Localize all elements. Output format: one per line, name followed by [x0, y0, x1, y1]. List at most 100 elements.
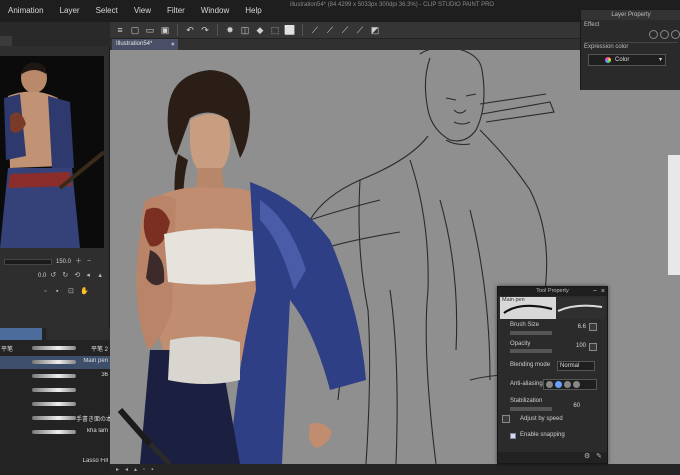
brush-right-label: 36	[101, 372, 108, 378]
anti-aliasing-selector[interactable]	[543, 379, 597, 390]
zoom-out-icon[interactable]: −	[87, 258, 95, 266]
transform-icon[interactable]: ◫	[239, 24, 251, 36]
open-folder-icon[interactable]: ▭	[144, 24, 156, 36]
menu-animation[interactable]: Animation	[0, 0, 52, 22]
angle-row: 0.0 ↺ ↻ ⟲ ◂ ▴	[0, 270, 110, 282]
fit-window-icon[interactable]: ⊡	[68, 288, 76, 296]
undo-icon[interactable]: ↶	[184, 24, 196, 36]
color-panel-edge[interactable]	[668, 155, 680, 275]
deselect-icon[interactable]: ⬜	[284, 24, 296, 36]
aa-none-icon[interactable]	[546, 381, 553, 388]
blending-mode-select[interactable]: Normal	[557, 361, 595, 371]
stabilization-label: Stabilization	[510, 398, 543, 404]
status-hand-icon[interactable]: ▪	[151, 467, 153, 473]
brush-row[interactable]: 手書き面の本線	[0, 412, 110, 425]
menu-filter[interactable]: Filter	[159, 0, 193, 22]
new-file-icon[interactable]: ▢	[129, 24, 141, 36]
fill-icon[interactable]: ◆	[254, 24, 266, 36]
brush-row[interactable]: 平笔 平笔 2	[0, 342, 110, 355]
effect-extract-icon[interactable]	[660, 30, 669, 39]
save-icon[interactable]: ▣	[159, 24, 171, 36]
wrench-icon[interactable]: ⚙	[584, 453, 592, 461]
brush-row[interactable]: kha lam	[0, 426, 110, 439]
divider	[177, 24, 178, 36]
snap-ruler-icon[interactable]: ⟋	[309, 24, 321, 36]
fit-icon[interactable]: ▫	[44, 288, 52, 296]
reset-rotate-icon[interactable]: ⟲	[74, 272, 82, 280]
ruler-icon[interactable]: ◩	[369, 24, 381, 36]
select-all-icon[interactable]: ⬚	[269, 24, 281, 36]
document-tab-label: Illustration54*	[116, 41, 153, 47]
menu-icon[interactable]: ≡	[114, 24, 126, 36]
menu-help[interactable]: Help	[237, 0, 269, 22]
layer-property-panel: Layer Property Effect Expression color C…	[580, 10, 680, 90]
brush-right-label: Lasso Fill	[82, 458, 108, 464]
effect-tone-icon[interactable]	[671, 30, 680, 39]
divider	[584, 42, 678, 43]
brush-row[interactable]: 36	[0, 370, 110, 383]
navigator-preview[interactable]	[0, 56, 104, 248]
anti-aliasing-label: Anti-aliasing	[510, 381, 543, 387]
layer-property-title: Layer Property	[581, 10, 680, 20]
adjust-by-speed-label: Adjust by speed	[520, 416, 563, 422]
minimize-icon[interactable]: −	[593, 287, 597, 296]
zoom-slider[interactable]	[4, 259, 52, 265]
expand-icon[interactable]	[502, 415, 510, 423]
expression-color-select[interactable]: Color ▾	[588, 54, 666, 66]
brush-row[interactable]: Lasso Fill	[0, 456, 110, 469]
close-tab-icon[interactable]: ●	[171, 39, 175, 50]
brush-group-tab[interactable]	[0, 328, 42, 340]
rotate-left-icon[interactable]: ↺	[50, 272, 58, 280]
menu-select[interactable]: Select	[88, 0, 126, 22]
opacity-label: Opacity	[510, 341, 531, 347]
brush-stroke-preview	[32, 416, 76, 420]
enable-snapping-label: Enable snapping	[520, 432, 565, 438]
menu-view[interactable]: View	[126, 0, 159, 22]
zoom-value: 150.0	[56, 259, 72, 265]
flip-icon[interactable]: ◂	[86, 272, 94, 280]
enable-snapping-checkbox[interactable]	[510, 433, 516, 439]
brush-size-value[interactable]: 6.6	[564, 324, 586, 330]
opacity-value[interactable]: 100	[564, 343, 586, 349]
status-rotate-icon[interactable]: ◂	[125, 466, 128, 473]
brush-row[interactable]	[0, 398, 110, 411]
flip-v-icon[interactable]: ▴	[98, 272, 106, 280]
actual-size-icon[interactable]: ▪	[56, 288, 64, 296]
navigator-controls: 150.0 ＋ − 0.0 ↺ ↻ ⟲ ◂ ▴ ▫ ▪ ⊡ ✋	[0, 254, 110, 314]
brush-left-label	[1, 428, 29, 437]
left-panel-header	[0, 22, 110, 46]
settings-icon[interactable]: ✎	[596, 453, 604, 461]
opacity-slider[interactable]	[510, 349, 552, 353]
navigator-buttons-row: ▫ ▪ ⊡ ✋	[0, 286, 110, 298]
aa-strong-icon[interactable]	[573, 381, 580, 388]
brush-size-toggle-icon[interactable]	[589, 323, 597, 331]
panel-collapse-tab[interactable]	[0, 36, 12, 46]
snap-curve-icon[interactable]: ⟋	[354, 24, 366, 36]
status-zoom-icon[interactable]: ▸	[116, 466, 119, 473]
snap-grid-icon[interactable]: ⟋	[324, 24, 336, 36]
menu-window[interactable]: Window	[193, 0, 237, 22]
document-tab[interactable]: Illustration54* ●	[112, 39, 178, 50]
zoom-in-icon[interactable]: ＋	[75, 258, 83, 266]
menu-layer[interactable]: Layer	[52, 0, 88, 22]
hand-icon[interactable]: ✋	[80, 288, 89, 296]
tool-property-titlebar[interactable]: Tool Property − ×	[498, 287, 607, 296]
close-icon[interactable]: ×	[601, 287, 605, 296]
rotate-right-icon[interactable]: ↻	[62, 272, 70, 280]
brush-row-selected[interactable]: Main pen	[0, 356, 110, 369]
stabilization-value[interactable]: 60	[558, 403, 580, 409]
aa-medium-icon[interactable]	[564, 381, 571, 388]
stabilization-slider[interactable]	[510, 407, 552, 411]
aa-weak-icon[interactable]	[555, 381, 562, 388]
status-flip-icon[interactable]: ▴	[134, 466, 137, 473]
effect-border-icon[interactable]	[649, 30, 658, 39]
clear-icon[interactable]: ✸	[224, 24, 236, 36]
divider	[217, 24, 218, 36]
brush-size-slider[interactable]	[510, 331, 552, 335]
redo-icon[interactable]: ↷	[199, 24, 211, 36]
opacity-toggle-icon[interactable]	[589, 343, 597, 351]
brush-row[interactable]	[0, 384, 110, 397]
brush-stroke-preview	[32, 346, 76, 350]
snap-special-icon[interactable]: ⟋	[339, 24, 351, 36]
status-fit-icon[interactable]: ▫	[143, 467, 145, 473]
